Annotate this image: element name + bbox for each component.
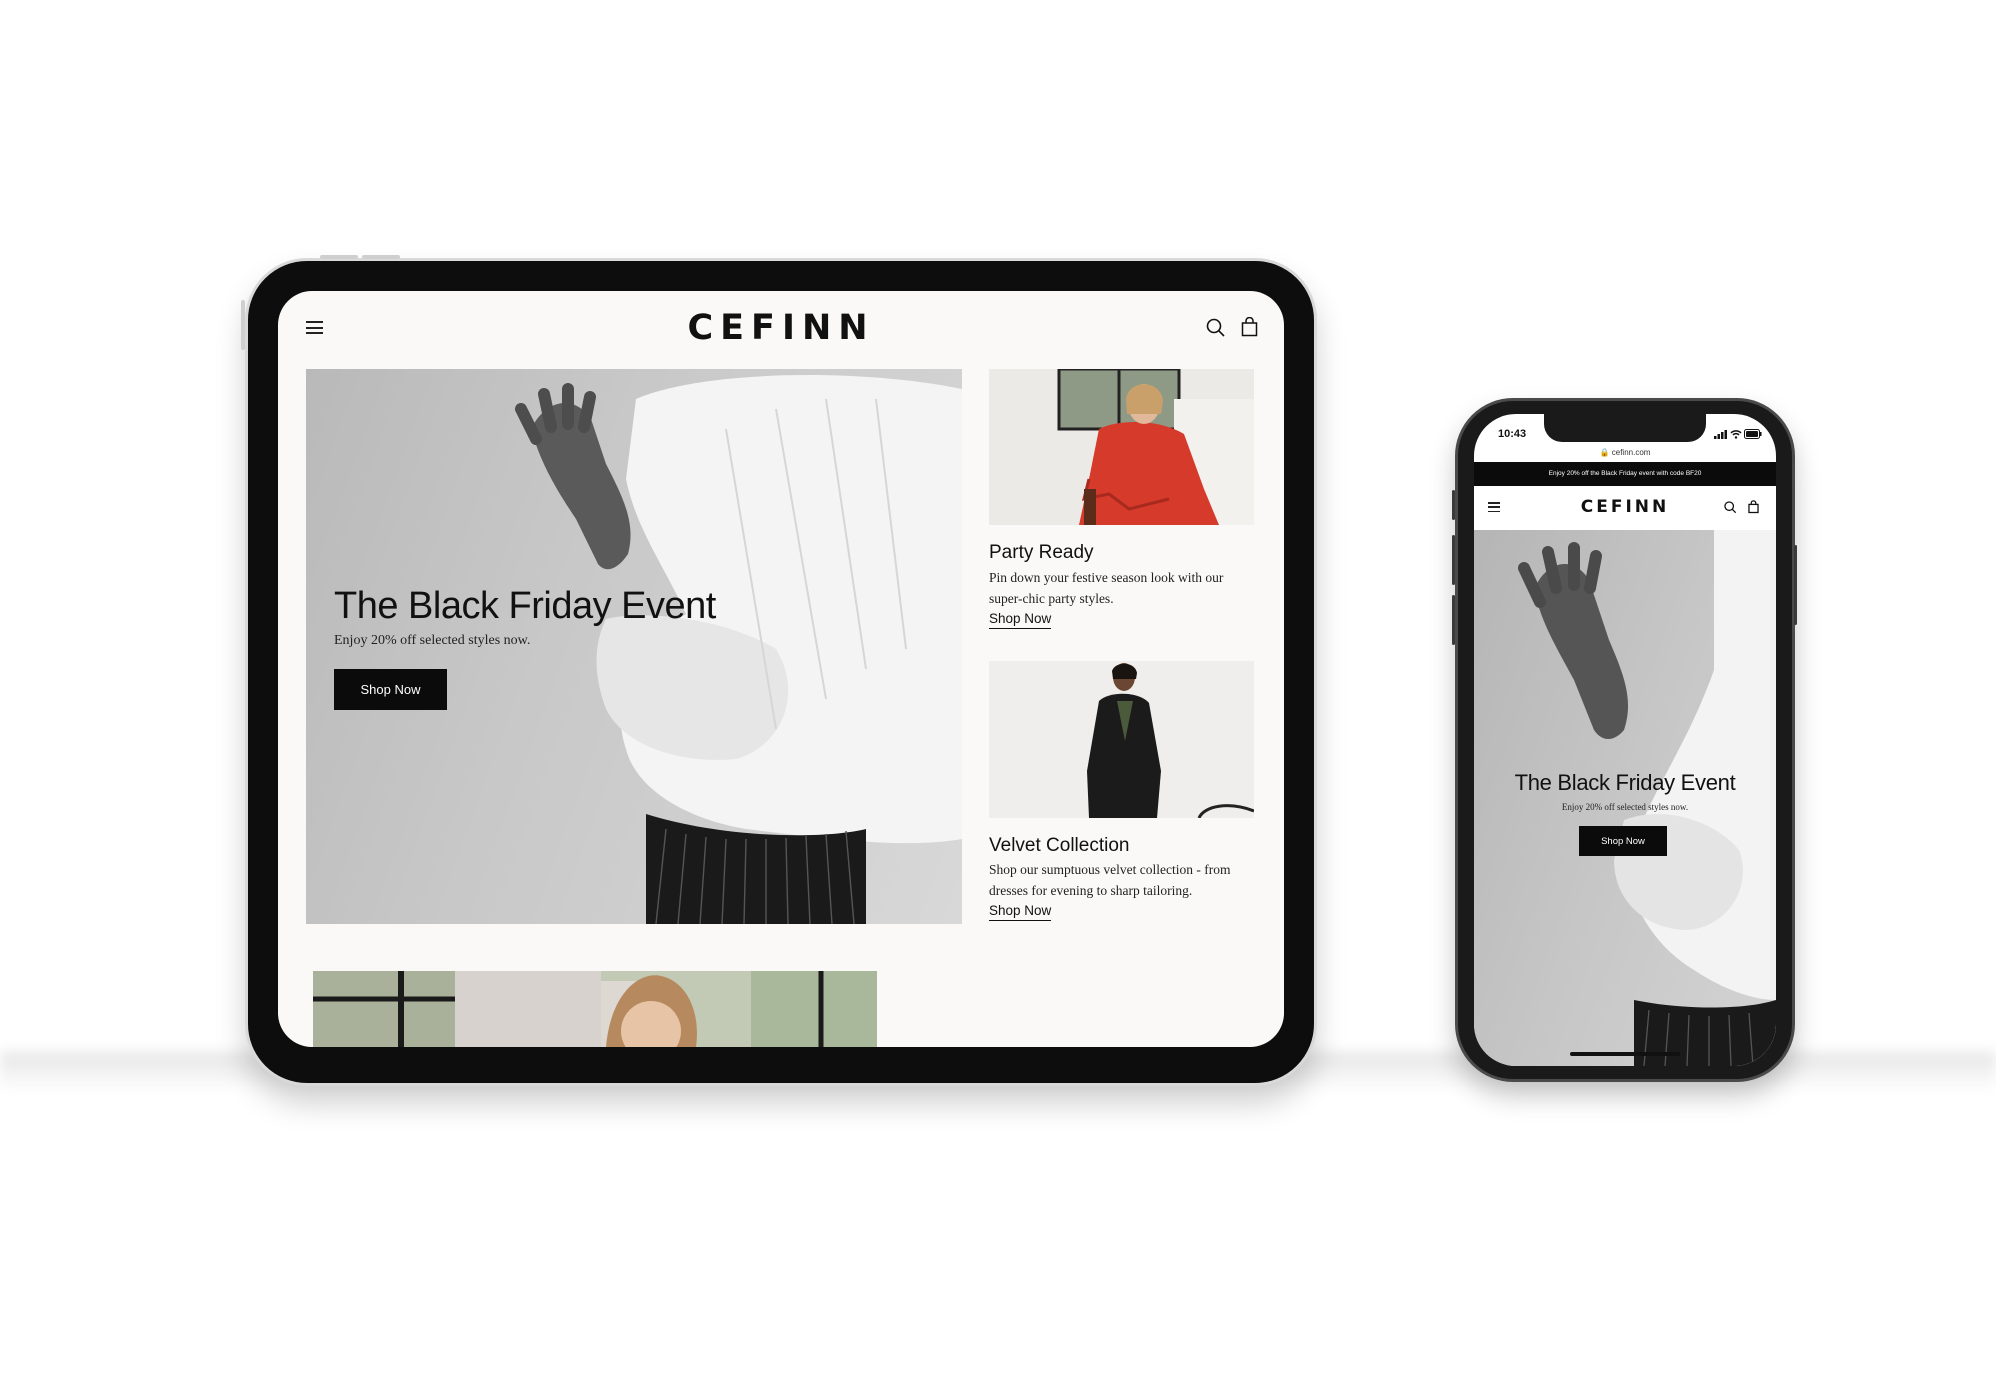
- phone-power-button: [1794, 545, 1797, 625]
- phone-side-button-3: [1452, 595, 1455, 645]
- tablet-side-button: [241, 300, 245, 350]
- velvet-collection-shop-now-link[interactable]: Shop Now: [989, 903, 1052, 921]
- search-icon[interactable]: [1206, 318, 1226, 338]
- wifi-icon: [1730, 430, 1742, 439]
- phone-hero-shop-now-button[interactable]: Shop Now: [1579, 826, 1667, 856]
- search-icon[interactable]: [1724, 501, 1737, 514]
- phone-side-button-2: [1452, 535, 1455, 585]
- bag-icon[interactable]: [1748, 500, 1759, 514]
- phone-side-button-1: [1452, 490, 1455, 520]
- phone-screen: 10:43 🔒 cefinn.com Enjoy 20% off the Bla…: [1474, 414, 1776, 1066]
- phone-header: CEFINN: [1474, 486, 1776, 530]
- phone-hero-image: [1518, 530, 1776, 1066]
- bag-icon[interactable]: [1241, 317, 1258, 337]
- address-bar[interactable]: 🔒 cefinn.com: [1474, 444, 1776, 462]
- brand-logo[interactable]: CEFINN: [278, 308, 1284, 348]
- phone-hero-title: The Black Friday Event: [1514, 770, 1736, 795]
- bottom-image-1[interactable]: [313, 971, 455, 1047]
- phone-notch: [1544, 414, 1706, 442]
- status-time: 10:43: [1498, 428, 1527, 440]
- velvet-collection-description: Shop our sumptuous velvet collection - f…: [989, 862, 1231, 898]
- tablet-top-button-2: [362, 255, 400, 259]
- velvet-collection-image[interactable]: [989, 661, 1254, 818]
- bottom-image-2[interactable]: [455, 971, 601, 1047]
- party-ready-shop-now-link[interactable]: Shop Now: [989, 611, 1052, 629]
- hero-shop-now-button[interactable]: Shop Now: [334, 669, 447, 710]
- tablet-top-button-1: [320, 255, 358, 259]
- velvet-collection-photo: [989, 661, 1254, 818]
- tablet-header: CEFINN: [278, 291, 1284, 369]
- promo-banner[interactable]: Enjoy 20% off the Black Friday event wit…: [1474, 462, 1776, 486]
- phone-hero-banner: The Black Friday Event Enjoy 20% off sel…: [1474, 530, 1776, 1066]
- party-ready-title: Party Ready: [989, 542, 1094, 563]
- url-text: cefinn.com: [1611, 448, 1651, 457]
- bottom-image-3[interactable]: [601, 971, 877, 1047]
- window-photo: [313, 971, 455, 1047]
- battery-icon: [1744, 429, 1762, 439]
- signal-icon: [1714, 430, 1727, 439]
- hero-banner: The Black Friday Event Enjoy 20% off sel…: [306, 369, 962, 924]
- lock-icon: 🔒: [1599, 448, 1610, 457]
- tablet-screen: CEFINN The Black Friday Event Enjoy 20% …: [278, 291, 1284, 1047]
- party-ready-photo: [989, 369, 1254, 525]
- hero-subtitle: Enjoy 20% off selected styles now.: [334, 633, 531, 648]
- portrait-photo: [601, 971, 877, 1047]
- home-indicator[interactable]: [1570, 1052, 1680, 1056]
- party-ready-image[interactable]: [989, 369, 1254, 525]
- hero-title: The Black Friday Event: [334, 585, 716, 627]
- party-ready-description: Pin down your festive season look with o…: [989, 570, 1224, 606]
- phone-hero-subtitle: Enjoy 20% off selected styles now.: [1561, 802, 1689, 812]
- velvet-collection-title: Velvet Collection: [989, 835, 1130, 856]
